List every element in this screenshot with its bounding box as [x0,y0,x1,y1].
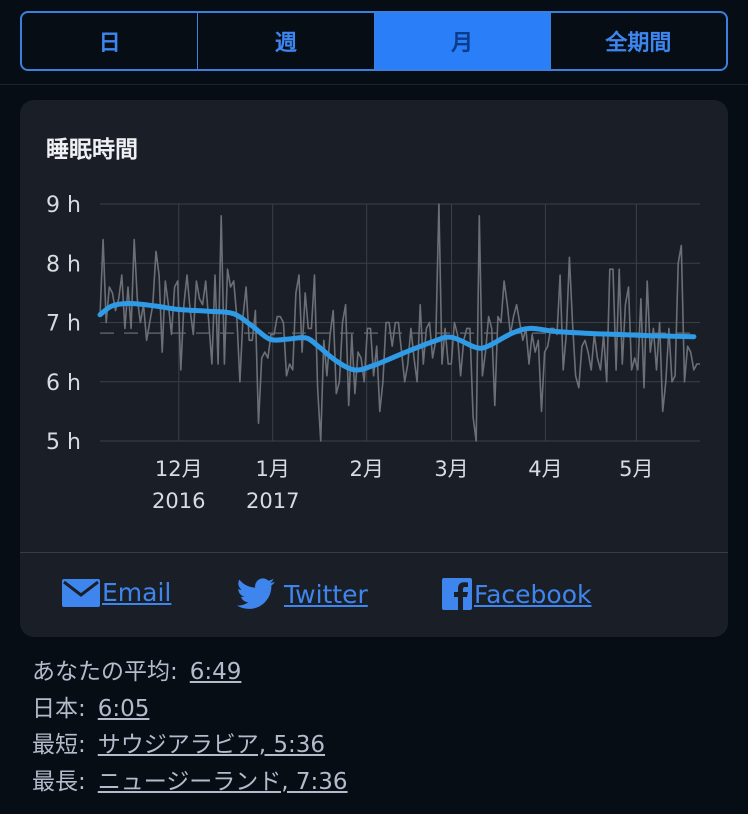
tab-week[interactable]: 週 [198,13,375,69]
tab-all-time[interactable]: 全期間 [551,13,726,69]
stat-label: 日本: [32,695,86,722]
stat-value-link[interactable]: サウジアラビア, 5:36 [98,727,325,764]
x-tick-label: 4月 [528,457,562,481]
tab-month[interactable]: 月 [374,13,551,69]
grid-layer [100,203,700,442]
x-tick-year-label: 2016 [152,489,205,513]
y-tick-label: 7 h [46,312,81,337]
share-twitter-label: Twitter [284,579,368,609]
x-tick-label: 3月 [434,457,468,481]
header-divider [0,84,748,85]
x-tick-year-label: 2017 [246,489,299,513]
y-tick-label: 8 h [46,252,81,277]
stat-value-link[interactable]: ニュージーランド, 7:36 [98,764,348,801]
sleep-chart-card: 睡眠時間 9 h8 h7 h6 h5 h 12月 2016 1月 2017 2月 3月 4月… [20,100,728,637]
stat-value-link[interactable]: 6:49 [190,654,242,691]
stat-longest: 最長: ニュージーランド, 7:36 [32,764,348,801]
share-facebook-link[interactable]: Facebook [442,578,591,610]
y-tick-label: 9 h [46,193,81,218]
stat-label: 最短: [32,732,86,758]
stat-label: 最長: [32,768,86,795]
sleep-stats: あなたの平均: 6:49 日本: 6:05 最短: サウジアラビア, 5:36 … [32,654,348,800]
x-tick-label: 1月 [256,457,290,481]
y-axis-ticks: 9 h 8 h 7 h 6 h 5 h [46,193,81,455]
stat-your-average: あなたの平均: 6:49 [32,654,348,691]
y-tick-label: 5 h [46,430,81,455]
tab-day[interactable]: 日 [22,13,199,69]
stat-shortest: 最短: サウジアラビア, 5:36 [32,727,348,764]
x-tick-label: 5月 [619,457,653,481]
card-divider [20,552,728,553]
share-email-link[interactable]: Email [62,578,171,607]
stat-value-link[interactable]: 6:05 [98,691,150,728]
stat-japan: 日本: 6:05 [32,691,348,728]
share-email-label: Email [102,578,172,607]
period-segmented-control: 日 週 月 全期間 [20,11,728,71]
share-facebook-label: Facebook [474,579,592,609]
x-axis-ticks: 12月 2016 1月 2017 2月 3月 4月 5月 [152,457,653,513]
facebook-icon [442,578,472,610]
sleep-duration-chart: 9 h 8 h 7 h 6 h 5 h 12月 2016 1月 2017 2月 3月 4月 5月 [46,193,700,513]
twitter-bird-icon [236,578,275,609]
stat-label: あなたの平均: [32,659,178,685]
x-tick-label: 2月 [349,457,383,481]
share-twitter-link[interactable]: Twitter [236,578,368,610]
envelope-icon [62,578,100,607]
x-tick-label: 12月 [155,457,203,481]
y-tick-label: 6 h [46,371,81,396]
